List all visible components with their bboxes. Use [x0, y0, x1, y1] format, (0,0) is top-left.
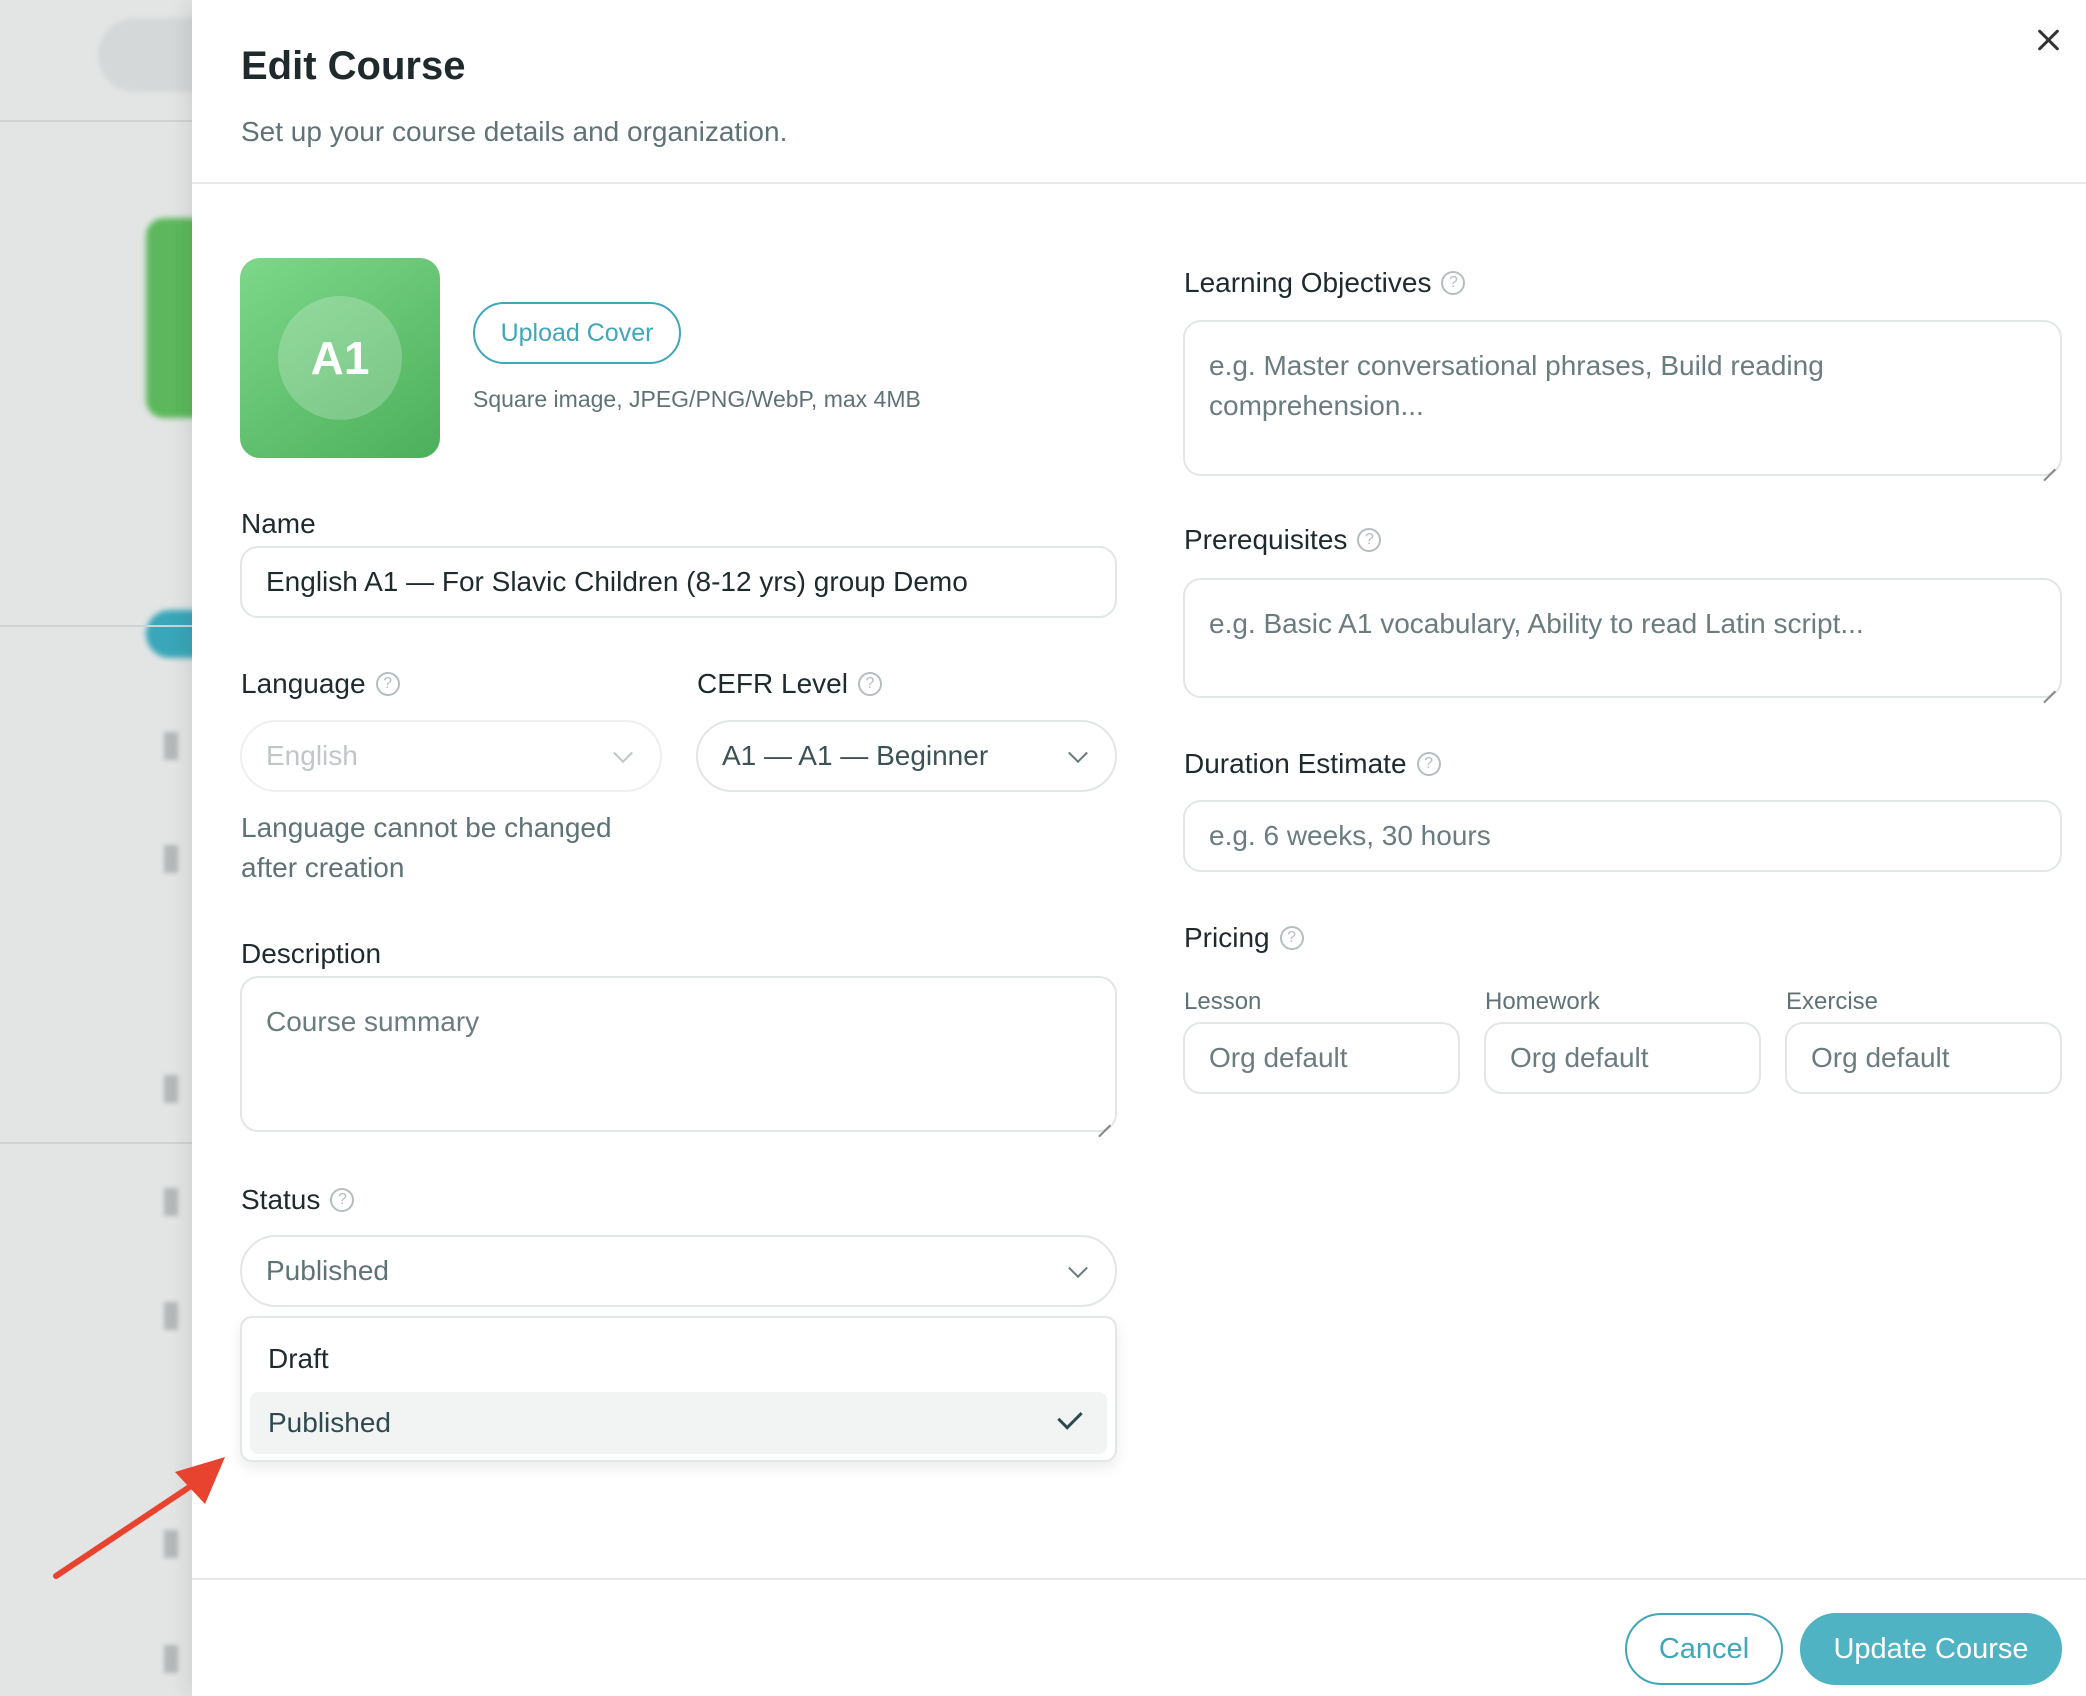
prerequisites-label: Prerequisites ?: [1184, 524, 1382, 556]
close-icon[interactable]: [2032, 24, 2064, 56]
background-divider: [0, 1142, 200, 1144]
cefr-label-text: CEFR Level: [697, 668, 848, 699]
modal-title: Edit Course: [241, 44, 466, 88]
resize-handle-icon[interactable]: [2042, 678, 2056, 692]
objectives-label-text: Learning Objectives: [1184, 267, 1432, 298]
name-input[interactable]: English A1 — For Slavic Children (8-12 y…: [240, 546, 1117, 618]
cover-initials: A1: [278, 296, 402, 420]
cancel-button[interactable]: Cancel: [1625, 1613, 1783, 1685]
chevron-down-icon: [1068, 1258, 1088, 1279]
update-course-button[interactable]: Update Course: [1800, 1613, 2062, 1685]
pricing-homework-input[interactable]: Org default: [1484, 1022, 1761, 1094]
objectives-placeholder: e.g. Master conversational phrases, Buil…: [1209, 350, 1824, 421]
name-input-value: English A1 — For Slavic Children (8-12 y…: [266, 566, 968, 597]
resize-handle-icon[interactable]: [2042, 456, 2056, 470]
status-label-text: Status: [241, 1184, 321, 1215]
duration-label-text: Duration Estimate: [1184, 748, 1407, 779]
pricing-label-text: Pricing: [1184, 922, 1270, 953]
duration-input[interactable]: e.g. 6 weeks, 30 hours: [1183, 800, 2062, 872]
background-row-marker: [164, 1302, 178, 1330]
cefr-label: CEFR Level ?: [697, 668, 882, 700]
status-label: Status ?: [241, 1184, 355, 1216]
status-option-draft[interactable]: Draft: [250, 1328, 1107, 1390]
cefr-select-value: A1 — A1 — Beginner: [722, 740, 989, 771]
pricing-lesson-input[interactable]: Org default: [1183, 1022, 1460, 1094]
background-divider: [0, 120, 200, 122]
language-select-value: English: [266, 740, 358, 771]
pricing-exercise-label: Exercise: [1786, 988, 1879, 1015]
prerequisites-label-text: Prerequisites: [1184, 524, 1348, 555]
help-icon[interactable]: ?: [1279, 926, 1304, 950]
status-option-published[interactable]: Published: [250, 1392, 1107, 1454]
status-select-value: Published: [266, 1255, 389, 1286]
language-select: English: [240, 720, 662, 792]
pricing-lesson-placeholder: Org default: [1209, 1042, 1348, 1073]
cefr-select[interactable]: A1 — A1 — Beginner: [696, 720, 1117, 792]
pricing-exercise-placeholder: Org default: [1811, 1042, 1950, 1073]
pricing-homework-placeholder: Org default: [1510, 1042, 1649, 1073]
language-label-text: Language: [241, 668, 366, 699]
help-icon[interactable]: ?: [1441, 271, 1466, 295]
objectives-textarea[interactable]: e.g. Master conversational phrases, Buil…: [1183, 320, 2062, 476]
pricing-label: Pricing ?: [1184, 922, 1304, 954]
footer-divider: [192, 1578, 2086, 1580]
chevron-down-icon: [613, 743, 633, 764]
status-dropdown-menu: Draft Published: [240, 1316, 1117, 1462]
objectives-label: Learning Objectives ?: [1184, 267, 1466, 299]
background-row-marker: [164, 845, 178, 873]
help-icon[interactable]: ?: [330, 1188, 355, 1212]
background-divider: [0, 625, 200, 627]
pricing-exercise-input[interactable]: Org default: [1785, 1022, 2062, 1094]
status-select[interactable]: Published: [240, 1235, 1117, 1307]
help-icon[interactable]: ?: [375, 672, 400, 696]
modal-subtitle: Set up your course details and organizat…: [241, 116, 788, 147]
annotation-arrow-icon: [53, 1457, 225, 1579]
status-option-label: Draft: [268, 1343, 329, 1374]
background-search: [98, 18, 200, 92]
edit-course-modal: Edit Course Set up your course details a…: [192, 0, 2086, 1696]
resize-handle-icon[interactable]: [1097, 1112, 1111, 1126]
name-label-text: Name: [241, 508, 316, 539]
language-helper-text: Language cannot be changed after creatio…: [241, 812, 612, 883]
upload-cover-button[interactable]: Upload Cover: [473, 302, 681, 364]
help-icon[interactable]: ?: [857, 672, 882, 696]
background-row-marker: [164, 732, 178, 760]
background-row-marker: [164, 1075, 178, 1103]
prerequisites-placeholder: e.g. Basic A1 vocabulary, Ability to rea…: [1209, 608, 1864, 639]
description-label-text: Description: [241, 938, 382, 969]
help-icon[interactable]: ?: [1357, 528, 1382, 552]
header-divider: [192, 182, 2086, 184]
pricing-homework-label: Homework: [1485, 988, 1600, 1015]
checkmark-icon: [1057, 1404, 1083, 1430]
description-placeholder: Course summary: [266, 1006, 480, 1037]
course-cover: A1: [240, 258, 440, 458]
name-label: Name: [241, 508, 316, 540]
prerequisites-textarea[interactable]: e.g. Basic A1 vocabulary, Ability to rea…: [1183, 578, 2062, 698]
upload-cover-hint: Square image, JPEG/PNG/WebP, max 4MB: [473, 386, 921, 412]
language-label: Language ?: [241, 668, 400, 700]
background-app: [0, 0, 200, 1696]
background-row-marker: [164, 1188, 178, 1216]
help-icon[interactable]: ?: [1416, 752, 1441, 776]
duration-label: Duration Estimate ?: [1184, 748, 1441, 780]
status-option-label: Published: [268, 1407, 391, 1438]
description-textarea[interactable]: Course summary: [240, 976, 1117, 1132]
description-label: Description: [241, 938, 381, 970]
chevron-down-icon: [1068, 743, 1088, 764]
duration-placeholder: e.g. 6 weeks, 30 hours: [1209, 820, 1491, 851]
background-row-marker: [164, 1645, 178, 1673]
pricing-lesson-label: Lesson: [1184, 988, 1262, 1015]
